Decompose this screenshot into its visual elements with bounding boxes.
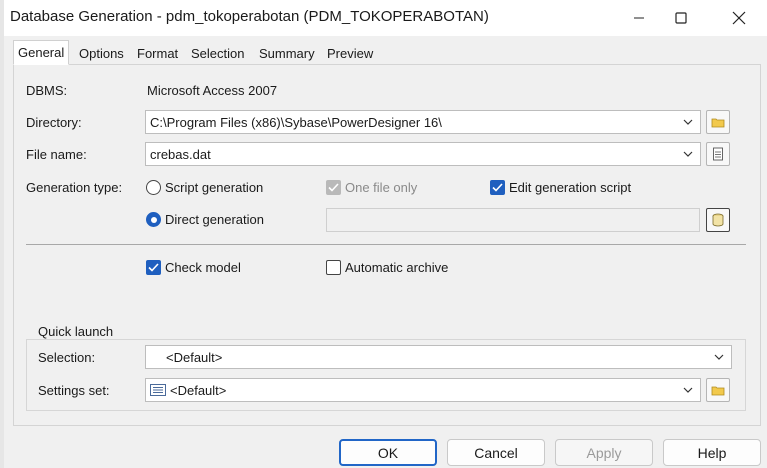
edit-generation-script-option[interactable]: Edit generation script <box>490 180 631 195</box>
chevron-down-icon[interactable] <box>676 143 700 165</box>
selection-value: <Default> <box>166 349 223 365</box>
selection-label: Selection: <box>38 350 96 365</box>
edit-file-button[interactable] <box>706 142 730 166</box>
direct-generation-label: Direct generation <box>165 212 264 227</box>
browse-settings-button[interactable] <box>706 378 730 402</box>
quick-launch-title: Quick launch <box>34 324 118 339</box>
connect-datasource-button[interactable] <box>706 208 730 232</box>
tab-format[interactable]: Format <box>132 42 183 64</box>
maximize-icon <box>675 12 687 24</box>
direct-generation-radio[interactable] <box>146 212 161 227</box>
tab-options[interactable]: Options <box>74 42 129 64</box>
directory-combo[interactable]: C:\Program Files (x86)\Sybase\PowerDesig… <box>145 110 701 134</box>
cancel-button[interactable]: Cancel <box>447 439 545 466</box>
minimize-icon <box>634 17 644 19</box>
minimize-button[interactable] <box>616 0 662 36</box>
one-file-only-option: One file only <box>326 180 417 195</box>
filename-combo[interactable]: crebas.dat <box>145 142 701 166</box>
settings-set-value: <Default> <box>170 382 227 398</box>
folder-icon <box>711 118 725 128</box>
checkmark-icon <box>328 183 339 192</box>
automatic-archive-label: Automatic archive <box>345 260 449 275</box>
edit-generation-script-label: Edit generation script <box>509 180 632 195</box>
one-file-only-checkbox <box>326 180 341 195</box>
title-bar: Database Generation - pdm_tokoperabotan … <box>4 0 767 36</box>
automatic-archive-checkbox[interactable] <box>326 260 341 275</box>
direct-generation-option[interactable]: Direct generation <box>146 212 264 227</box>
ok-button[interactable]: OK <box>339 439 437 466</box>
generation-type-label: Generation type: <box>26 180 123 195</box>
filename-value: crebas.dat <box>150 146 211 162</box>
tab-summary[interactable]: Summary <box>254 42 320 64</box>
checkmark-icon <box>148 263 159 272</box>
dbms-label: DBMS: <box>26 83 68 98</box>
check-model-label: Check model <box>165 260 241 275</box>
browse-directory-button[interactable] <box>706 110 730 134</box>
document-icon <box>713 147 723 161</box>
data-source-field <box>326 208 700 232</box>
check-model-checkbox[interactable] <box>146 260 161 275</box>
checkmark-icon <box>492 183 503 192</box>
settings-list-icon <box>150 384 166 396</box>
automatic-archive-option[interactable]: Automatic archive <box>326 260 448 275</box>
check-model-option[interactable]: Check model <box>146 260 241 275</box>
separator <box>26 244 746 245</box>
chevron-down-icon[interactable] <box>676 379 700 401</box>
selection-combo[interactable]: <Default> <box>145 345 732 369</box>
tab-selection[interactable]: Selection <box>186 42 249 64</box>
edit-generation-script-checkbox[interactable] <box>490 180 505 195</box>
chevron-down-icon[interactable] <box>707 346 731 368</box>
directory-value: C:\Program Files (x86)\Sybase\PowerDesig… <box>150 114 442 130</box>
window-title: Database Generation - pdm_tokoperabotan … <box>10 8 489 25</box>
directory-label: Directory: <box>26 115 82 130</box>
background-window-edge <box>0 0 4 468</box>
tab-preview[interactable]: Preview <box>322 42 378 64</box>
close-button[interactable] <box>716 0 762 36</box>
dbms-value: Microsoft Access 2007 <box>147 83 278 98</box>
script-generation-label: Script generation <box>165 180 264 195</box>
tab-general[interactable]: General <box>13 40 70 65</box>
database-icon <box>712 213 724 227</box>
settings-set-combo[interactable]: <Default> <box>145 378 701 402</box>
chevron-down-icon[interactable] <box>676 111 700 133</box>
maximize-button[interactable] <box>658 0 704 36</box>
filename-label: File name: <box>26 147 87 162</box>
help-button[interactable]: Help <box>663 439 761 466</box>
folder-icon <box>711 386 725 396</box>
one-file-only-label: One file only <box>345 180 418 195</box>
settings-set-label: Settings set: <box>38 383 110 398</box>
close-icon <box>732 11 746 25</box>
script-generation-option[interactable]: Script generation <box>146 180 263 195</box>
apply-button[interactable]: Apply <box>555 439 653 466</box>
script-generation-radio[interactable] <box>146 180 161 195</box>
